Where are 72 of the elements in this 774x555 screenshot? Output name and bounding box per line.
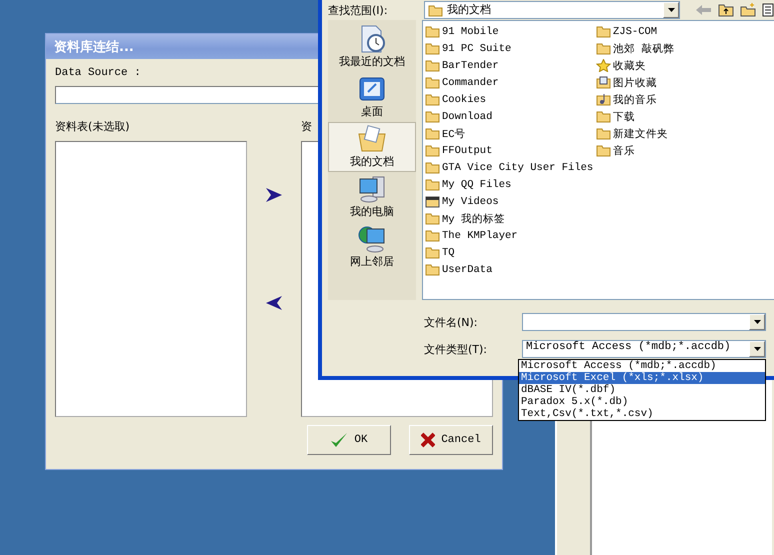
look-in-label: 查找范围(I):	[328, 2, 389, 18]
new-folder-icon[interactable]	[740, 3, 756, 17]
file-type-option[interactable]: Microsoft Excel (*xls;*.xlsx)	[519, 372, 765, 384]
file-item[interactable]: Cookies	[425, 91, 596, 108]
document-folder-icon	[357, 124, 387, 154]
folder-icon	[425, 93, 440, 106]
check-icon	[330, 432, 348, 448]
picture-folder-icon	[596, 76, 611, 89]
file-name-label: 文件名(N):	[424, 314, 479, 330]
film-folder-icon	[425, 195, 440, 208]
file-type-dropdown[interactable]: Microsoft Access (*mdb;*.accdb)	[522, 340, 766, 358]
star-icon	[596, 59, 611, 72]
file-item[interactable]: 池郊 敲矾弊	[596, 40, 767, 57]
file-item[interactable]: Commander	[425, 74, 596, 91]
file-item[interactable]: My 我的标签	[425, 210, 596, 227]
places-item[interactable]: 我的文档	[328, 122, 416, 172]
file-item[interactable]: FFOutput	[425, 142, 596, 159]
music-folder-icon	[596, 93, 611, 106]
places-item[interactable]: 桌面	[328, 72, 416, 122]
file-item[interactable]: EC号	[425, 125, 596, 142]
folder-icon	[425, 42, 440, 55]
file-item[interactable]: UserData	[425, 261, 596, 278]
folder-icon	[425, 161, 440, 174]
folder-icon	[425, 110, 440, 123]
folder-icon	[596, 144, 611, 157]
file-item[interactable]: 图片收藏	[596, 74, 767, 91]
left-arrow-icon[interactable]	[266, 296, 282, 310]
folder-icon	[425, 25, 440, 38]
folder-icon	[425, 246, 440, 259]
caret-icon	[668, 8, 674, 12]
computer-icon	[357, 174, 387, 204]
folder-icon	[596, 42, 611, 55]
places-item[interactable]: 网上邻居	[328, 222, 416, 272]
file-item[interactable]: 下载	[596, 108, 767, 125]
file-name-field[interactable]	[522, 313, 766, 331]
places-item[interactable]: 我的电脑	[328, 172, 416, 222]
list-label: 资	[301, 119, 312, 134]
file-item[interactable]: BarTender	[425, 57, 596, 74]
folder-icon	[425, 229, 440, 242]
file-item[interactable]: My QQ Files	[425, 176, 596, 193]
file-item[interactable]: 新建文件夹	[596, 125, 767, 142]
close-icon	[421, 432, 436, 448]
file-item[interactable]: 我的音乐	[596, 91, 767, 108]
folder-icon	[425, 76, 440, 89]
folder-icon	[425, 144, 440, 157]
folder-icon	[596, 25, 611, 38]
file-item[interactable]: TQ	[425, 244, 596, 261]
ok-button[interactable]: OK	[307, 425, 391, 455]
up-folder-icon[interactable]	[718, 3, 734, 17]
network-computer-icon	[357, 224, 387, 254]
data-source-label: Data Source :	[55, 67, 141, 79]
folder-icon	[425, 263, 440, 276]
file-item[interactable]: Download	[425, 108, 596, 125]
tables-label: 资料表(未选取)	[55, 119, 130, 134]
cancel-button[interactable]: Cancel	[409, 425, 493, 455]
folder-icon	[596, 110, 611, 123]
file-item[interactable]: 收藏夹	[596, 57, 767, 74]
views-icon[interactable]	[762, 3, 774, 17]
folder-icon	[428, 4, 443, 16]
look-in-dropdown[interactable]: 我的文档	[424, 1, 680, 19]
folder-icon	[596, 127, 611, 140]
folder-icon	[425, 212, 440, 225]
file-item[interactable]: 音乐	[596, 142, 767, 159]
folder-icon	[425, 178, 440, 191]
file-item[interactable]: ZJS-COM	[596, 23, 767, 40]
caret-icon	[754, 347, 760, 351]
caret-icon	[754, 320, 760, 324]
file-item[interactable]: GTA Vice City User Files	[425, 159, 596, 176]
right-arrow-icon[interactable]	[266, 188, 282, 202]
file-type-label: 文件类型(T):	[424, 342, 488, 356]
file-item[interactable]: The KMPlayer	[425, 227, 596, 244]
file-item[interactable]: My Videos	[425, 193, 596, 210]
